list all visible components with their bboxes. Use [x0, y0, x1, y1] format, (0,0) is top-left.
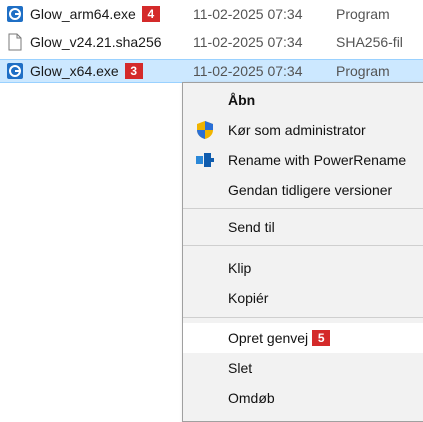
menu-item-label: Rename with PowerRename: [228, 152, 407, 168]
file-date: 11-02-2025 07:34: [193, 34, 303, 50]
file-date: 11-02-2025 07:34: [193, 6, 303, 22]
step-badge: 5: [312, 330, 331, 346]
file-row-selected[interactable]: Glow_x64.exe 3 11-02-2025 07:34 Program: [0, 59, 423, 83]
file-date: 11-02-2025 07:34: [193, 63, 303, 79]
step-badge: 4: [141, 6, 160, 22]
menu-item-send-to[interactable]: Send til: [183, 212, 423, 242]
powerrename-icon: [195, 150, 215, 170]
menu-item-label: Omdøb: [228, 390, 275, 406]
file-name-text: Glow_x64.exe: [30, 63, 119, 79]
menu-item-cut[interactable]: Klip: [183, 253, 423, 283]
menu-item-open[interactable]: Åbn: [183, 85, 423, 115]
file-name: Glow_x64.exe 3: [30, 63, 143, 79]
file-name-text: Glow_arm64.exe: [30, 6, 136, 22]
uac-shield-icon: [195, 120, 215, 140]
menu-item-label: Åbn: [228, 92, 256, 108]
glow-app-icon: [6, 5, 24, 23]
file-name: Glow_v24.21.sha256: [30, 34, 162, 50]
menu-item-powerrename[interactable]: Rename with PowerRename: [183, 145, 423, 175]
menu-item-label: Opret genvej 5: [228, 330, 331, 346]
file-row[interactable]: Glow_v24.21.sha256 11-02-2025 07:34 SHA2…: [0, 30, 423, 54]
menu-item-label: Send til: [228, 219, 275, 235]
file-explorer: Glow_arm64.exe 4 11-02-2025 07:34 Program…: [0, 0, 423, 422]
menu-item-rename[interactable]: Omdøb: [183, 383, 423, 413]
menu-item-run-as-admin[interactable]: Kør som administrator: [183, 115, 423, 145]
menu-separator: [183, 245, 423, 246]
menu-separator: [183, 317, 423, 318]
menu-item-label: Kopiér: [228, 290, 269, 306]
menu-item-label-text: Opret genvej: [228, 330, 309, 346]
file-type: SHA256-fil: [336, 34, 403, 50]
blank-file-icon: [6, 33, 24, 51]
menu-item-label: Kør som administrator: [228, 122, 366, 138]
file-name: Glow_arm64.exe 4: [30, 6, 160, 22]
menu-item-restore-versions[interactable]: Gendan tidligere versioner: [183, 175, 423, 205]
menu-item-delete[interactable]: Slet: [183, 353, 423, 383]
menu-separator: [183, 208, 423, 209]
menu-item-label: Slet: [228, 360, 253, 376]
menu-item-copy[interactable]: Kopiér: [183, 283, 423, 313]
menu-item-label: Klip: [228, 260, 252, 276]
file-type: Program: [336, 63, 390, 79]
context-menu: Åbn Kør som administrator Rename with Po…: [182, 82, 423, 422]
glow-app-icon: [6, 62, 24, 80]
file-type: Program: [336, 6, 390, 22]
menu-item-create-shortcut[interactable]: Opret genvej 5: [183, 323, 423, 353]
menu-item-label: Gendan tidligere versioner: [228, 182, 393, 198]
file-row[interactable]: Glow_arm64.exe 4 11-02-2025 07:34 Program: [0, 2, 423, 26]
step-badge: 3: [124, 63, 143, 79]
